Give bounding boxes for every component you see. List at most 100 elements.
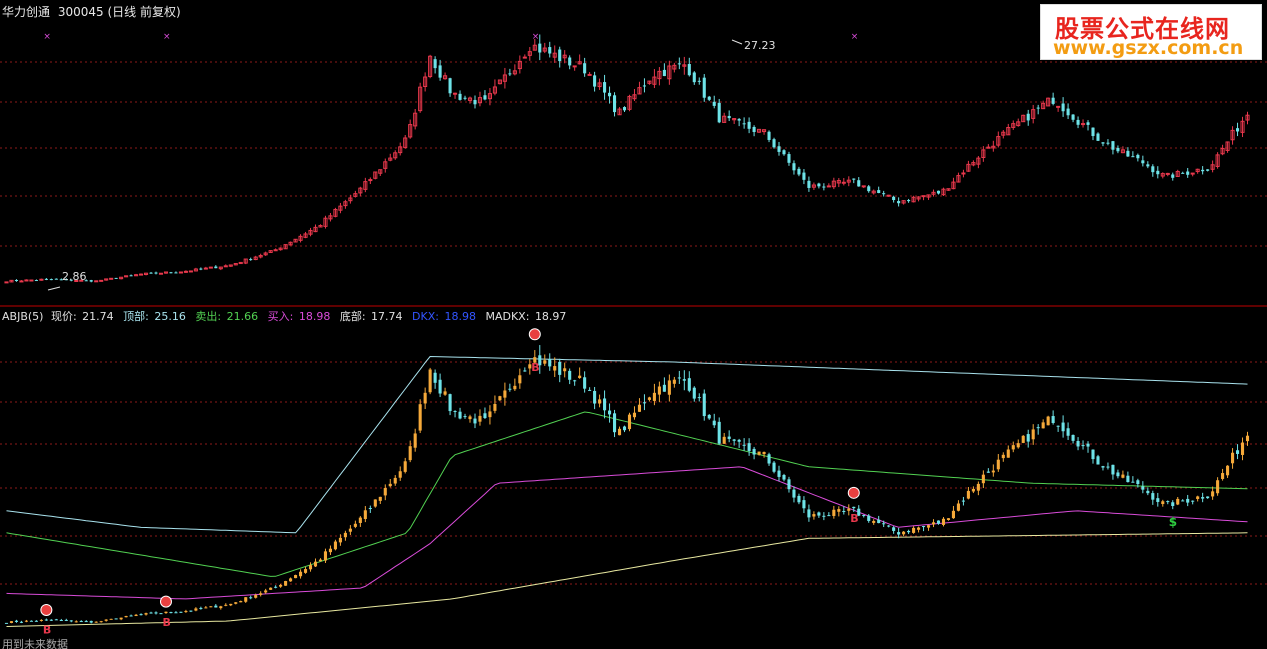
price-panel-markers: × × × × bbox=[43, 32, 858, 42]
indicator-candle-body bbox=[722, 436, 726, 444]
price-candle-body bbox=[907, 200, 911, 202]
indicator-candle-body bbox=[259, 593, 263, 595]
indicator-candle-body bbox=[617, 428, 622, 436]
indicator-candle-body bbox=[622, 426, 627, 431]
indicator-candle-body bbox=[284, 581, 288, 586]
indicator-candle-body bbox=[797, 495, 801, 503]
indicator-candle-body bbox=[333, 541, 337, 550]
price-candle-body bbox=[936, 190, 941, 194]
indicator-candle-body bbox=[912, 527, 916, 533]
indicator-candle-body bbox=[687, 378, 691, 391]
indicator-candle-body bbox=[667, 380, 671, 395]
indicator-candle-body bbox=[174, 612, 178, 614]
indicator-candle-body bbox=[264, 590, 268, 593]
indicator-candle-body bbox=[244, 597, 248, 602]
indicator-candle-body bbox=[882, 523, 886, 525]
indicator-candle-body bbox=[1046, 416, 1050, 426]
price-candle-body bbox=[687, 63, 691, 76]
indicator-candle-body bbox=[647, 397, 651, 400]
indicator-candle-body bbox=[1196, 496, 1200, 499]
indicator-candle-body bbox=[902, 531, 906, 535]
price-candle-body bbox=[1151, 166, 1155, 173]
top-marker-icon: × bbox=[532, 32, 540, 42]
price-candle-body bbox=[1091, 127, 1095, 137]
indicator-candle-body bbox=[892, 527, 896, 531]
indicator-candle-body bbox=[917, 527, 921, 530]
indicator-candle-body bbox=[936, 520, 941, 524]
indicator-candle-body bbox=[852, 506, 856, 509]
indicator-candle-body bbox=[294, 575, 298, 579]
indicator-candle-body bbox=[59, 619, 63, 621]
indicator-candle-body bbox=[478, 415, 482, 422]
indicator-candle-body bbox=[603, 398, 607, 411]
indicator-candle-body bbox=[343, 532, 347, 538]
indicator-candle-body bbox=[328, 548, 332, 553]
indicator-candle-body bbox=[578, 375, 582, 379]
indicator-candle-body bbox=[966, 490, 970, 499]
indicator-candle-body bbox=[583, 377, 587, 389]
price-candle-body bbox=[841, 181, 846, 184]
indicator-candle-body bbox=[1166, 501, 1170, 503]
sell-ball-icon bbox=[159, 595, 172, 608]
indicator-candle-body bbox=[941, 518, 946, 525]
indicator-candle-body bbox=[732, 439, 736, 441]
price-candle-body bbox=[792, 163, 796, 171]
price-candle-body bbox=[782, 150, 786, 155]
price-candle-body bbox=[1146, 164, 1150, 167]
indicator-candle-body bbox=[1245, 435, 1250, 442]
price-candle-body bbox=[558, 49, 562, 62]
indicator-candle-body bbox=[951, 510, 955, 519]
price-candle-body bbox=[777, 146, 781, 152]
price-candle-body bbox=[1181, 172, 1185, 174]
bottom-line bbox=[6, 532, 1248, 627]
price-candle-body bbox=[149, 272, 153, 274]
price-candle-body bbox=[183, 270, 188, 273]
indicator-candle-body bbox=[1235, 450, 1240, 454]
price-candle-body bbox=[453, 92, 458, 95]
indicator-candle-body bbox=[642, 402, 646, 404]
indicator-candle-body bbox=[1126, 475, 1130, 483]
price-candle-body bbox=[608, 92, 612, 97]
top-band-line bbox=[6, 355, 1248, 534]
price-candle-body bbox=[612, 95, 617, 113]
indicator-candle-body bbox=[627, 414, 632, 430]
indicator-candle-body bbox=[702, 393, 706, 417]
price-candle-body bbox=[1101, 142, 1105, 144]
price-candle-body bbox=[867, 186, 871, 192]
indicator-candle-body bbox=[124, 616, 128, 618]
indicator-candle-body bbox=[318, 559, 323, 562]
indicator-candle-body bbox=[1151, 493, 1155, 500]
indicator-candle-body bbox=[827, 515, 831, 517]
indicator-candle-body bbox=[717, 421, 721, 444]
indicator-candle-body bbox=[114, 618, 118, 620]
price-candle-body bbox=[717, 102, 721, 123]
indicator-candle-body bbox=[503, 390, 507, 398]
price-candle-body bbox=[1186, 171, 1190, 175]
stock-chart[interactable]: 华力创通 300045 (日线 前复权) × × × × 27.23 2.86 ABJ… bbox=[0, 0, 1267, 649]
indicator-candle-body bbox=[224, 604, 228, 606]
indicator-candle-body bbox=[1161, 501, 1165, 505]
indicator-candle-body bbox=[543, 360, 547, 364]
price-candle-body bbox=[1111, 141, 1115, 150]
indicator-candle-body bbox=[1146, 490, 1150, 494]
indicator-candle-body bbox=[433, 372, 437, 383]
indicator-candle-body bbox=[757, 451, 761, 455]
price-candle-body bbox=[1026, 113, 1030, 121]
price-candle-body bbox=[877, 190, 881, 193]
indicator-candle-body bbox=[89, 620, 93, 623]
price-candle-body bbox=[483, 95, 487, 100]
readout-sell-label: 卖出: bbox=[195, 309, 221, 323]
indicator-candle-body bbox=[299, 571, 303, 577]
indicator-candle-body bbox=[368, 507, 372, 509]
indicator-candle-body bbox=[1136, 480, 1140, 485]
indicator-candle-body bbox=[249, 597, 253, 599]
indicator-candle-body bbox=[109, 618, 113, 620]
top-marker-icon: × bbox=[43, 32, 51, 42]
indicator-candle-body bbox=[383, 488, 387, 496]
indicator-candle-body bbox=[867, 515, 871, 521]
indicator-candle-body bbox=[862, 515, 866, 517]
indicator-candle-body bbox=[1076, 441, 1080, 447]
indicator-candle-body bbox=[1111, 464, 1115, 475]
indicator-candle-body bbox=[832, 509, 836, 516]
indicator-candle-body bbox=[956, 503, 960, 511]
